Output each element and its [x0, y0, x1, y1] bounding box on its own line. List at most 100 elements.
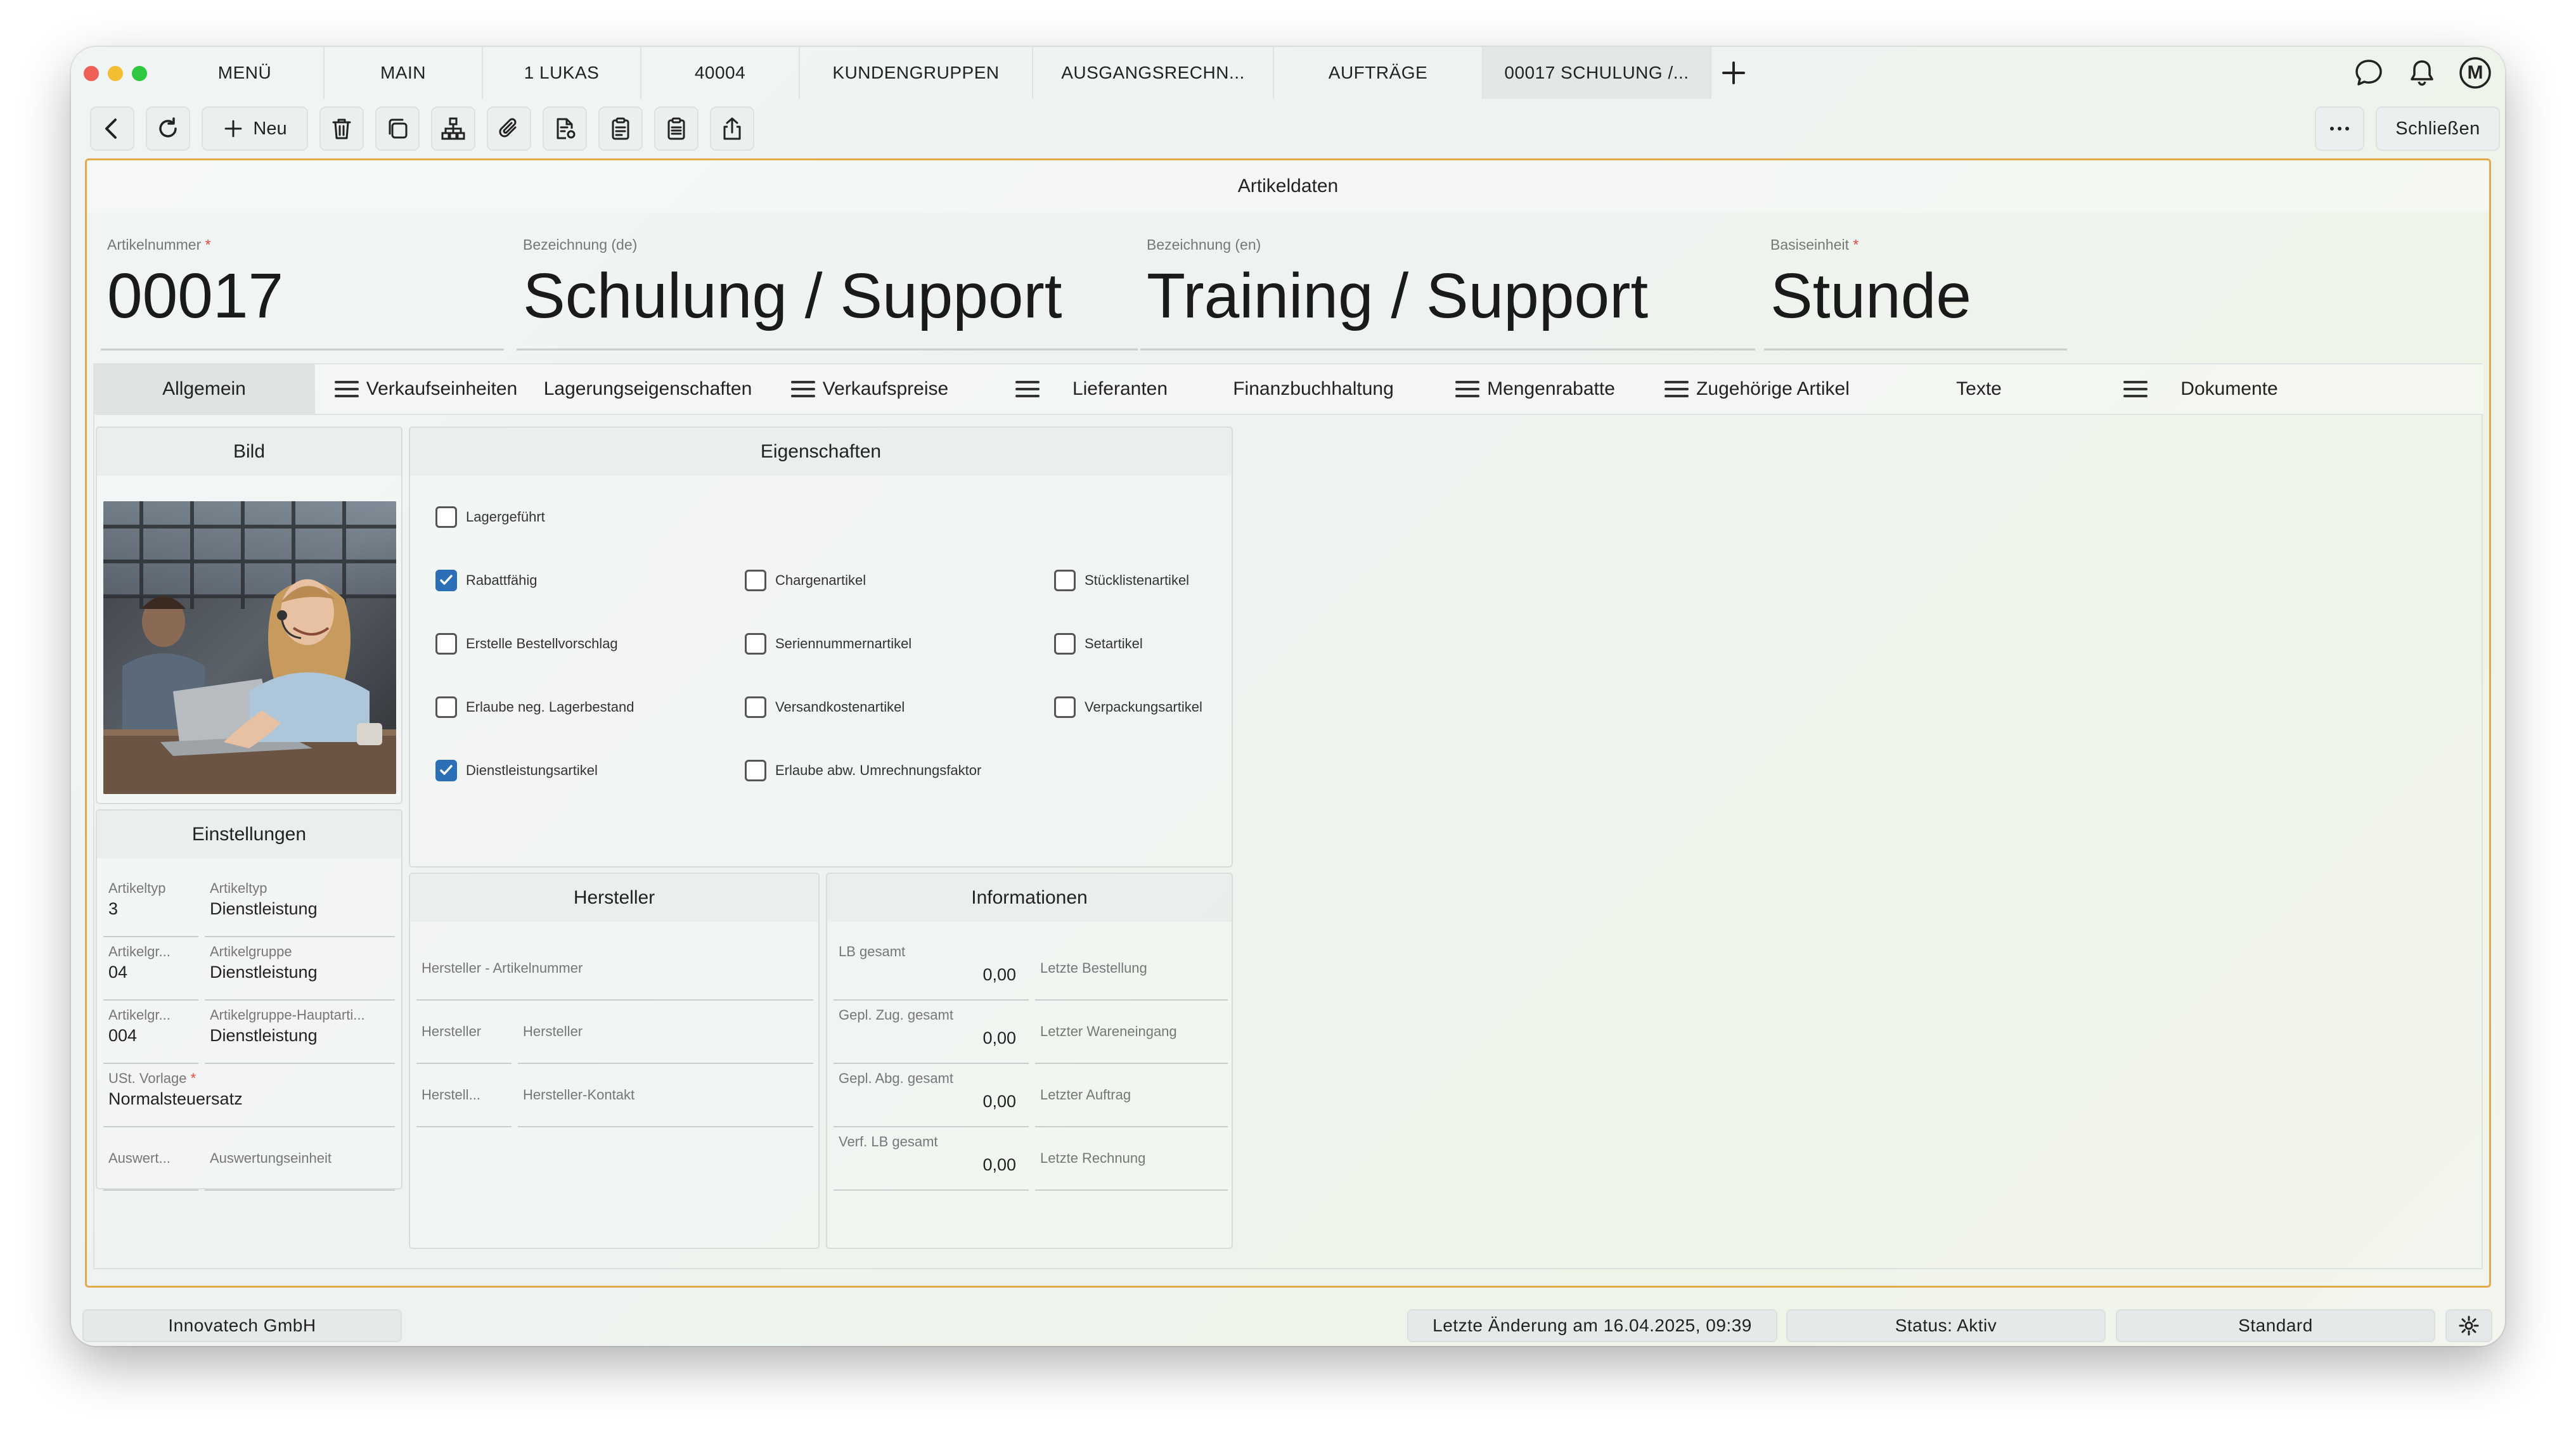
tab-verkaufspreise[interactable]: Verkaufspreise — [759, 364, 981, 414]
checkbox-unchecked-icon — [435, 633, 457, 655]
document-settings-button[interactable] — [543, 106, 587, 151]
close-button[interactable]: Schließen — [2376, 106, 2500, 151]
back-button[interactable] — [90, 106, 134, 151]
user-avatar[interactable]: M — [2458, 56, 2492, 90]
base-unit-field[interactable]: Basiseinheit * Stunde — [1764, 230, 2067, 350]
artikelgruppe-field[interactable]: Artikelgruppe Dienstleistung — [205, 937, 395, 1001]
checkbox-unchecked-icon — [1054, 570, 1076, 591]
seriennummernartikel-checkbox[interactable]: Seriennummernartikel — [745, 633, 911, 655]
clipboard-icon — [612, 117, 629, 140]
tab-mengenrabatte[interactable]: Mengenrabatte — [1424, 364, 1646, 414]
stuecklistenartikel-checkbox[interactable]: Stücklistenartikel — [1054, 570, 1189, 591]
hersteller-kontakt-field[interactable]: Hersteller-Kontakt — [518, 1064, 813, 1127]
hersteller-field[interactable]: Hersteller — [518, 1001, 813, 1064]
hersteller-code-field[interactable]: Hersteller — [416, 1001, 512, 1064]
chargenartikel-checkbox[interactable]: Chargenartikel — [745, 570, 866, 591]
umrechnungsfaktor-checkbox[interactable]: Erlaube abw. Umrechnungsfaktor — [745, 760, 981, 781]
bestellvorschlag-checkbox[interactable]: Erstelle Bestellvorschlag — [435, 633, 618, 655]
share-button[interactable] — [710, 106, 754, 151]
letzter-wareneingang-field: Letzter Wareneingang — [1035, 1001, 1228, 1064]
tab-finanzbuchhaltung[interactable]: Finanzbuchhaltung — [1202, 364, 1424, 414]
name-de-label: Bezeichnung (de) — [523, 236, 638, 253]
hersteller-kontakt-code-field[interactable]: Herstell... — [416, 1064, 512, 1127]
close-window-button[interactable] — [84, 66, 99, 81]
name-de-field[interactable]: Bezeichnung (de) Schulung / Support — [517, 230, 1138, 350]
refresh-button[interactable] — [146, 106, 190, 151]
tab-ausgangsrechnungen[interactable]: AUSGANGSRECHN... — [1033, 47, 1274, 99]
neg-lagerbestand-checkbox[interactable]: Erlaube neg. Lagerbestand — [435, 696, 634, 718]
verf-lb-label: Verf. LB gesamt — [839, 1134, 938, 1150]
tab-40004[interactable]: 40004 — [641, 47, 800, 99]
notifications-button[interactable] — [2405, 56, 2439, 90]
copy-button[interactable] — [375, 106, 420, 151]
artikelgruppe-code-label: Artikelgr... — [108, 944, 171, 959]
bell-icon — [2411, 60, 2433, 86]
tab-auftraege[interactable]: AUFTRÄGE — [1274, 47, 1483, 99]
gepl-abg-field: Gepl. Abg. gesamt 0,00 — [834, 1064, 1029, 1127]
clipboard-button[interactable] — [598, 106, 643, 151]
add-tab-button[interactable] — [1711, 47, 1756, 99]
gepl-abg-label: Gepl. Abg. gesamt — [839, 1070, 953, 1086]
delete-button[interactable] — [319, 106, 364, 151]
tab-lieferanten[interactable]: Lieferanten — [981, 364, 1202, 414]
dienstleistungsartikel-checkbox[interactable]: Dienstleistungsartikel — [435, 760, 598, 781]
tab-kundengruppen[interactable]: KUNDENGRUPPEN — [800, 47, 1033, 99]
gepl-zug-field: Gepl. Zug. gesamt 0,00 — [834, 1001, 1029, 1064]
letzte-rechnung-label: Letzte Rechnung — [1040, 1150, 1146, 1166]
tab-lagerungseigenschaften-label: Lagerungseigenschaften — [543, 378, 752, 399]
tab-dokumente[interactable]: Dokumente — [2090, 364, 2312, 414]
auswertungseinheit-field[interactable]: Auswertungseinheit — [205, 1127, 395, 1191]
tab-texte[interactable]: Texte — [1868, 364, 2090, 414]
lagergefuehrt-checkbox[interactable]: Lagergeführt — [435, 506, 545, 528]
view-selector[interactable]: Standard — [2116, 1309, 2435, 1342]
name-en-field[interactable]: Bezeichnung (en) Training / Support — [1140, 230, 1755, 350]
tab-allgemein[interactable]: Allgemein — [93, 364, 315, 414]
manufacturer-panel-title: Hersteller — [410, 874, 818, 922]
gepl-abg-value: 0,00 — [982, 1092, 1016, 1111]
properties-panel-title: Eigenschaften — [410, 428, 1232, 476]
hersteller-label: Hersteller — [523, 1023, 583, 1039]
article-image[interactable] — [103, 501, 396, 794]
setartikel-checkbox[interactable]: Setartikel — [1054, 633, 1143, 655]
artikelgruppe-code-field[interactable]: Artikelgr... 04 — [103, 937, 198, 1001]
auswertung-code-field[interactable]: Auswert... — [103, 1127, 198, 1191]
clipboard-list-button[interactable] — [654, 106, 699, 151]
hauptgruppe-code-field[interactable]: Artikelgr... 004 — [103, 1001, 198, 1064]
more-options-button[interactable] — [2315, 106, 2364, 151]
tab-lagerungseigenschaften[interactable]: Lagerungseigenschaften — [537, 364, 759, 414]
attachment-button[interactable] — [487, 106, 531, 151]
rabattfaehig-checkbox[interactable]: Rabattfähig — [435, 570, 538, 591]
tab-list: MENÜ MAIN 1 LUKAS 40004 KUNDENGRUPPEN AU… — [166, 47, 1756, 99]
tab-schulung[interactable]: 00017 SCHULUNG /... — [1483, 47, 1711, 99]
artikeltyp-code-field[interactable]: Artikeltyp 3 — [103, 874, 198, 937]
settings-button[interactable] — [2445, 1309, 2492, 1342]
paperclip-icon — [499, 118, 517, 138]
hersteller-artikelnummer-field[interactable]: Hersteller - Artikelnummer — [416, 937, 813, 1001]
article-photo-illustration — [103, 501, 396, 794]
tab-zugehoerige-artikel[interactable]: Zugehörige Artikel — [1646, 364, 1868, 414]
section-tabs: Allgemein Verkaufseinheiten Lagerungseig… — [93, 363, 2483, 415]
hierarchy-button[interactable] — [431, 106, 475, 151]
tab-lukas[interactable]: 1 LUKAS — [483, 47, 641, 99]
tab-menu[interactable]: MENÜ — [166, 47, 325, 99]
verpackungsartikel-checkbox[interactable]: Verpackungsartikel — [1054, 696, 1202, 718]
hauptgruppe-field[interactable]: Artikelgruppe-Hauptarti... Dienstleistun… — [205, 1001, 395, 1064]
letzter-wareneingang-label: Letzter Wareneingang — [1040, 1023, 1177, 1039]
lb-gesamt-label: LB gesamt — [839, 944, 906, 959]
article-number-field[interactable]: Artikelnummer * 00017 — [101, 230, 504, 350]
close-button-label: Schließen — [2395, 118, 2480, 139]
versandkostenartikel-checkbox[interactable]: Versandkostenartikel — [745, 696, 905, 718]
artikelgruppe-label: Artikelgruppe — [210, 944, 292, 959]
artikeltyp-field[interactable]: Artikeltyp Dienstleistung — [205, 874, 395, 937]
chat-button[interactable] — [2352, 56, 2386, 90]
minimize-window-button[interactable] — [108, 66, 123, 81]
new-button[interactable]: Neu — [202, 106, 308, 151]
maximize-window-button[interactable] — [132, 66, 147, 81]
hersteller-code-label: Hersteller — [422, 1023, 482, 1039]
ust-vorlage-field[interactable]: USt. Vorlage * Normalsteuersatz — [103, 1064, 395, 1127]
tab-verkaufseinheiten[interactable]: Verkaufseinheiten — [315, 364, 537, 414]
tab-zugehoerige-artikel-label: Zugehörige Artikel — [1696, 378, 1850, 399]
tab-main[interactable]: MAIN — [325, 47, 483, 99]
manufacturer-panel: Hersteller Hersteller - Artikelnummer He… — [409, 873, 820, 1249]
menu-lines-icon — [1015, 380, 1040, 399]
